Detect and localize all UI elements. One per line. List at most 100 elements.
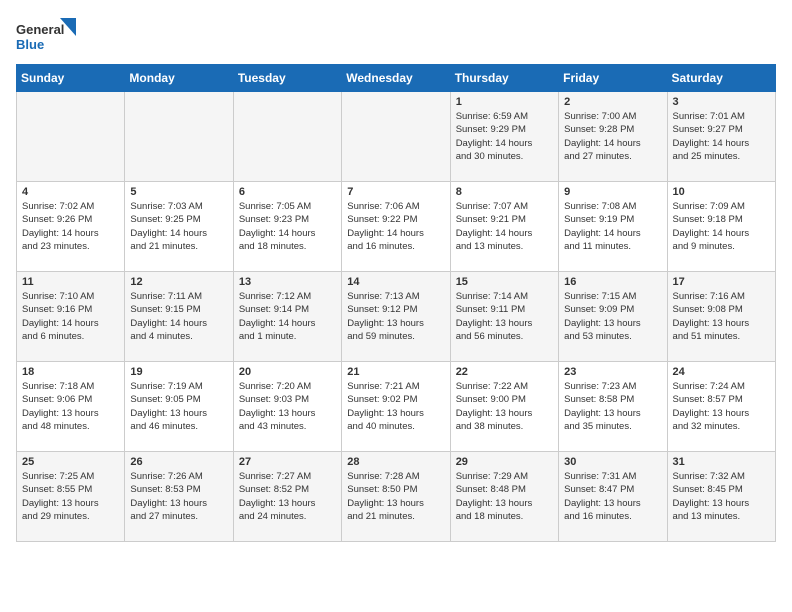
day-info: Sunrise: 7:19 AM Sunset: 9:05 PM Dayligh… bbox=[130, 380, 227, 433]
svg-text:General: General bbox=[16, 22, 64, 37]
day-info: Sunrise: 7:18 AM Sunset: 9:06 PM Dayligh… bbox=[22, 380, 119, 433]
logo-svg: GeneralBlue bbox=[16, 16, 76, 56]
weekday-header-friday: Friday bbox=[559, 65, 667, 92]
day-number: 16 bbox=[564, 276, 661, 288]
calendar-cell: 9Sunrise: 7:08 AM Sunset: 9:19 PM Daylig… bbox=[559, 182, 667, 272]
day-number: 4 bbox=[22, 186, 119, 198]
day-number: 26 bbox=[130, 456, 227, 468]
day-number: 21 bbox=[347, 366, 444, 378]
day-number: 10 bbox=[673, 186, 770, 198]
calendar-cell: 25 Sunrise: 7:25 AM Sunset: 8:55 PM Dayli… bbox=[17, 452, 125, 542]
calendar-cell bbox=[125, 92, 233, 182]
calendar-cell: 15Sunrise: 7:14 AM Sunset: 9:11 PM Dayli… bbox=[450, 272, 558, 362]
day-info: Sunrise: 7:13 AM Sunset: 9:12 PM Dayligh… bbox=[347, 290, 444, 343]
calendar-cell: 8 Sunrise: 7:07 AM Sunset: 9:21 PM Daylig… bbox=[450, 182, 558, 272]
day-number: 14 bbox=[347, 276, 444, 288]
calendar-cell: 28 Sunrise: 7:28 AM Sunset: 8:50 PM Dayli… bbox=[342, 452, 450, 542]
day-number: 22 bbox=[456, 366, 553, 378]
day-info: Sunrise: 7:24 AM Sunset: 8:57 PM Dayligh… bbox=[673, 380, 770, 433]
calendar-cell bbox=[233, 92, 341, 182]
day-number: 30 bbox=[564, 456, 661, 468]
calendar-cell: 2 Sunrise: 7:00 AM Sunset: 9:28 PM Daylig… bbox=[559, 92, 667, 182]
day-info: Sunrise: 7:27 AM Sunset: 8:52 PM Dayligh… bbox=[239, 470, 336, 523]
day-info: Sunrise: 7:03 AM Sunset: 9:25 PM Dayligh… bbox=[130, 200, 227, 253]
calendar-cell: 11 Sunrise: 7:10 AM Sunset: 9:16 PM Dayli… bbox=[17, 272, 125, 362]
calendar-cell bbox=[342, 92, 450, 182]
day-info: Sunrise: 7:23 AM Sunset: 8:58 PM Dayligh… bbox=[564, 380, 661, 433]
day-number: 1 bbox=[456, 96, 553, 108]
day-info: Sunrise: 7:02 AM Sunset: 9:26 PM Dayligh… bbox=[22, 200, 119, 253]
weekday-header-tuesday: Tuesday bbox=[233, 65, 341, 92]
calendar-cell: 6Sunrise: 7:05 AM Sunset: 9:23 PM Daylig… bbox=[233, 182, 341, 272]
day-info: Sunrise: 7:31 AM Sunset: 8:47 PM Dayligh… bbox=[564, 470, 661, 523]
day-number: 2 bbox=[564, 96, 661, 108]
day-number: 8 bbox=[456, 186, 553, 198]
logo: GeneralBlue bbox=[16, 16, 76, 56]
calendar-cell: 4 Sunrise: 7:02 AM Sunset: 9:26 PM Daylig… bbox=[17, 182, 125, 272]
weekday-header-wednesday: Wednesday bbox=[342, 65, 450, 92]
calendar-cell: 27 Sunrise: 7:27 AM Sunset: 8:52 PM Dayli… bbox=[233, 452, 341, 542]
day-info: Sunrise: 7:05 AM Sunset: 9:23 PM Dayligh… bbox=[239, 200, 336, 253]
day-number: 31 bbox=[673, 456, 770, 468]
day-number: 3 bbox=[673, 96, 770, 108]
day-info: Sunrise: 7:22 AM Sunset: 9:00 PM Dayligh… bbox=[456, 380, 553, 433]
day-info: Sunrise: 7:11 AM Sunset: 9:15 PM Dayligh… bbox=[130, 290, 227, 343]
day-number: 28 bbox=[347, 456, 444, 468]
day-number: 29 bbox=[456, 456, 553, 468]
day-number: 24 bbox=[673, 366, 770, 378]
day-info: Sunrise: 7:09 AM Sunset: 9:18 PM Dayligh… bbox=[673, 200, 770, 253]
calendar-cell: 1Sunrise: 6:59 AM Sunset: 9:29 PM Daylig… bbox=[450, 92, 558, 182]
calendar-table: SundayMondayTuesdayWednesdayThursdayFrid… bbox=[16, 64, 776, 542]
calendar-cell: 10 Sunrise: 7:09 AM Sunset: 9:18 PM Dayli… bbox=[667, 182, 775, 272]
day-info: Sunrise: 7:16 AM Sunset: 9:08 PM Dayligh… bbox=[673, 290, 770, 343]
day-info: Sunrise: 7:08 AM Sunset: 9:19 PM Dayligh… bbox=[564, 200, 661, 253]
day-number: 27 bbox=[239, 456, 336, 468]
calendar-cell bbox=[17, 92, 125, 182]
calendar-cell: 31 Sunrise: 7:32 AM Sunset: 8:45 PM Dayli… bbox=[667, 452, 775, 542]
day-info: Sunrise: 7:07 AM Sunset: 9:21 PM Dayligh… bbox=[456, 200, 553, 253]
day-info: Sunrise: 7:01 AM Sunset: 9:27 PM Dayligh… bbox=[673, 110, 770, 163]
day-info: Sunrise: 7:12 AM Sunset: 9:14 PM Dayligh… bbox=[239, 290, 336, 343]
day-info: Sunrise: 7:00 AM Sunset: 9:28 PM Dayligh… bbox=[564, 110, 661, 163]
calendar-cell: 17 Sunrise: 7:16 AM Sunset: 9:08 PM Dayli… bbox=[667, 272, 775, 362]
day-info: Sunrise: 7:15 AM Sunset: 9:09 PM Dayligh… bbox=[564, 290, 661, 343]
day-number: 23 bbox=[564, 366, 661, 378]
day-info: Sunrise: 7:28 AM Sunset: 8:50 PM Dayligh… bbox=[347, 470, 444, 523]
calendar-cell: 13 Sunrise: 7:12 AM Sunset: 9:14 PM Dayli… bbox=[233, 272, 341, 362]
day-info: Sunrise: 7:21 AM Sunset: 9:02 PM Dayligh… bbox=[347, 380, 444, 433]
day-info: Sunrise: 7:29 AM Sunset: 8:48 PM Dayligh… bbox=[456, 470, 553, 523]
day-info: Sunrise: 7:26 AM Sunset: 8:53 PM Dayligh… bbox=[130, 470, 227, 523]
calendar-cell: 19Sunrise: 7:19 AM Sunset: 9:05 PM Dayli… bbox=[125, 362, 233, 452]
day-info: Sunrise: 7:20 AM Sunset: 9:03 PM Dayligh… bbox=[239, 380, 336, 433]
calendar-cell: 18 Sunrise: 7:18 AM Sunset: 9:06 PM Dayli… bbox=[17, 362, 125, 452]
day-number: 5 bbox=[130, 186, 227, 198]
calendar-cell: 14 Sunrise: 7:13 AM Sunset: 9:12 PM Dayli… bbox=[342, 272, 450, 362]
day-number: 12 bbox=[130, 276, 227, 288]
day-number: 17 bbox=[673, 276, 770, 288]
day-number: 18 bbox=[22, 366, 119, 378]
calendar-cell: 16 Sunrise: 7:15 AM Sunset: 9:09 PM Dayli… bbox=[559, 272, 667, 362]
calendar-cell: 7Sunrise: 7:06 AM Sunset: 9:22 PM Daylig… bbox=[342, 182, 450, 272]
day-info: Sunrise: 7:25 AM Sunset: 8:55 PM Dayligh… bbox=[22, 470, 119, 523]
day-number: 25 bbox=[22, 456, 119, 468]
day-number: 11 bbox=[22, 276, 119, 288]
day-info: Sunrise: 7:32 AM Sunset: 8:45 PM Dayligh… bbox=[673, 470, 770, 523]
day-info: Sunrise: 7:06 AM Sunset: 9:22 PM Dayligh… bbox=[347, 200, 444, 253]
weekday-header-sunday: Sunday bbox=[17, 65, 125, 92]
calendar-cell: 22 Sunrise: 7:22 AM Sunset: 9:00 PM Dayli… bbox=[450, 362, 558, 452]
day-info: Sunrise: 7:10 AM Sunset: 9:16 PM Dayligh… bbox=[22, 290, 119, 343]
day-number: 20 bbox=[239, 366, 336, 378]
day-info: Sunrise: 7:14 AM Sunset: 9:11 PM Dayligh… bbox=[456, 290, 553, 343]
calendar-cell: 24 Sunrise: 7:24 AM Sunset: 8:57 PM Dayli… bbox=[667, 362, 775, 452]
svg-text:Blue: Blue bbox=[16, 37, 44, 52]
day-number: 13 bbox=[239, 276, 336, 288]
calendar-cell: 12 Sunrise: 7:11 AM Sunset: 9:15 PM Dayli… bbox=[125, 272, 233, 362]
calendar-cell: 30 Sunrise: 7:31 AM Sunset: 8:47 PM Dayli… bbox=[559, 452, 667, 542]
weekday-header-thursday: Thursday bbox=[450, 65, 558, 92]
calendar-cell: 5 Sunrise: 7:03 AM Sunset: 9:25 PM Daylig… bbox=[125, 182, 233, 272]
calendar-cell: 23 Sunrise: 7:23 AM Sunset: 8:58 PM Dayli… bbox=[559, 362, 667, 452]
weekday-header-saturday: Saturday bbox=[667, 65, 775, 92]
calendar-cell: 20 Sunrise: 7:20 AM Sunset: 9:03 PM Dayli… bbox=[233, 362, 341, 452]
weekday-header-monday: Monday bbox=[125, 65, 233, 92]
calendar-cell: 29 Sunrise: 7:29 AM Sunset: 8:48 PM Dayli… bbox=[450, 452, 558, 542]
